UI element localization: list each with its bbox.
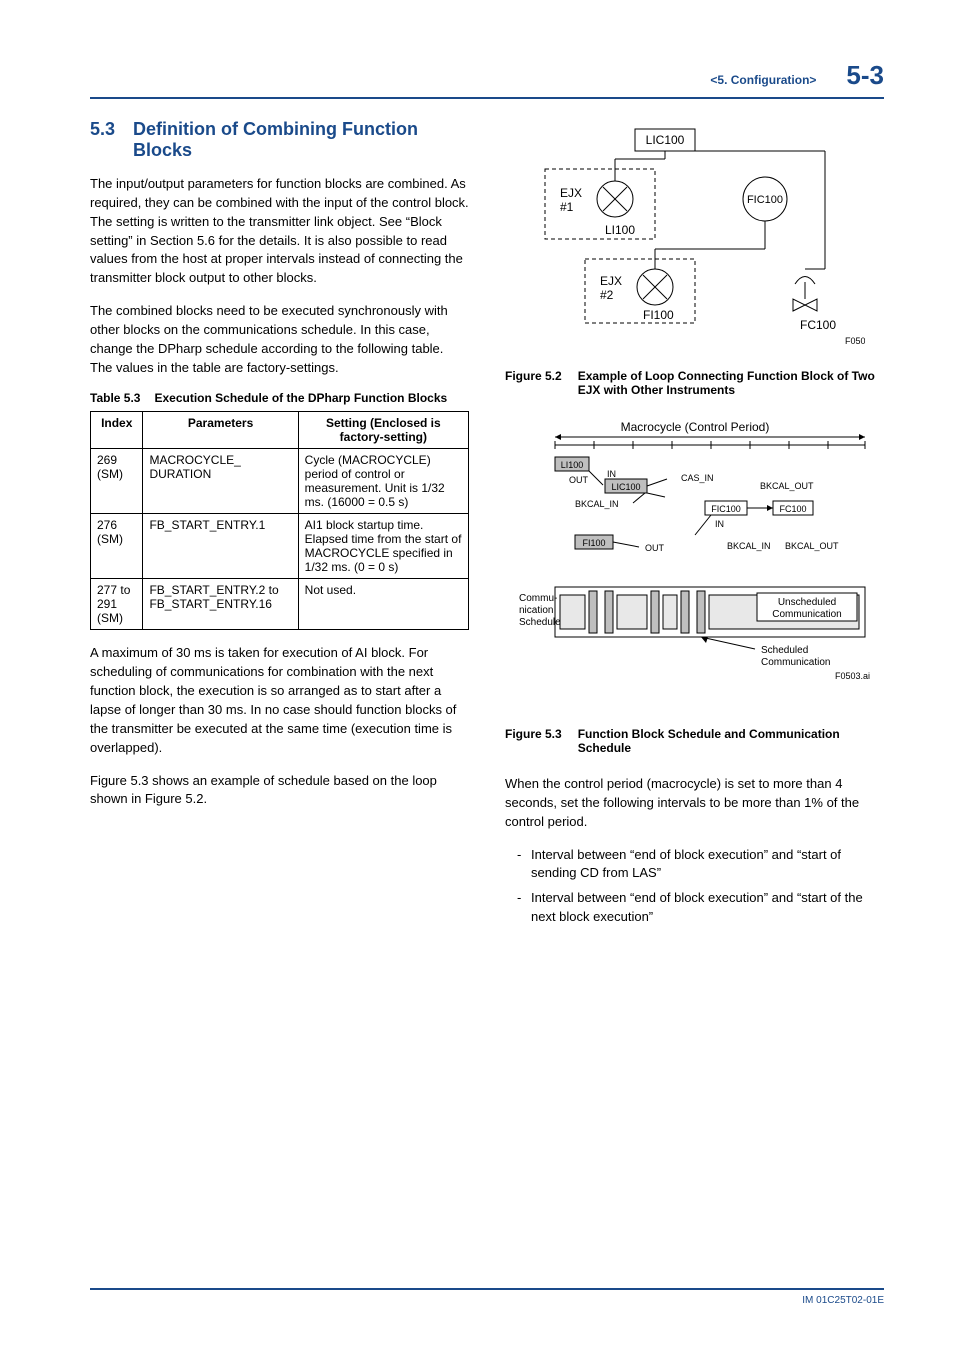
label: CAS_IN [681,473,714,483]
cell: MACROCYCLE_ DURATION [143,449,298,514]
schedule-table: Index Parameters Setting (Enclosed is fa… [90,411,469,630]
svg-text:#1: #1 [560,200,574,214]
paragraph: Figure 5.3 shows an example of schedule … [90,772,469,810]
svg-text:Schedule: Schedule [519,617,561,628]
label: Unscheduled [777,597,835,608]
figure-note: F0503.ai [835,671,870,681]
label-macrocycle: Macrocycle (Control Period) [620,420,769,434]
label: LI100 [560,460,583,470]
cell: FB_START_ENTRY.1 [143,514,298,579]
label: BKCAL_IN [575,499,619,509]
paragraph: When the control period (macrocycle) is … [505,775,884,832]
label: Commu- [519,593,557,604]
svg-text:Communication: Communication [772,609,841,620]
label-ejx2: EJX [600,274,622,288]
cell: 269 (SM) [91,449,143,514]
section-heading: Definition of Combining Function Blocks [133,119,469,161]
col-header: Setting (Enclosed is factory-setting) [298,412,468,449]
left-column: 5.3 Definition of Combining Function Blo… [90,119,469,937]
cell: 277 to 291 (SM) [91,579,143,630]
cell: AI1 block startup time. Elapsed time fro… [298,514,468,579]
label: FC100 [779,504,806,514]
figure-title: Function Block Schedule and Communicatio… [578,727,884,755]
section-number: 5.3 [90,119,115,161]
figure-caption: Figure 5.2 Example of Loop Connecting Fu… [505,369,884,397]
table-row: 276 (SM) FB_START_ENTRY.1 AI1 block star… [91,514,469,579]
cell: 276 (SM) [91,514,143,579]
page-header: <5. Configuration> 5-3 [90,60,884,99]
label: BKCAL_OUT [785,541,839,551]
right-column: LIC100 EJX #1 LI100 FIC100 EJX #2 FI100 [505,119,884,937]
label: FI100 [582,538,605,548]
figure-note: F0502.ai [845,336,865,346]
label: OUT [569,475,589,485]
table-caption-number: Table 5.3 [90,391,140,405]
bullet-list: Interval between “end of block execution… [517,846,884,927]
paragraph: The input/output parameters for function… [90,175,469,288]
figure-number: Figure 5.3 [505,727,562,755]
cell: Not used. [298,579,468,630]
footer-rule [90,1288,884,1290]
label-fic100: FIC100 [746,194,782,206]
label-li100: LI100 [605,223,635,237]
label-fi100: FI100 [643,308,674,322]
table-row: 277 to 291 (SM) FB_START_ENTRY.2 to FB_S… [91,579,469,630]
figure-5-3: Macrocycle (Control Period) LI100 OUT [515,417,875,717]
list-item: Interval between “end of block execution… [517,846,884,884]
table-caption-text: Execution Schedule of the DPharp Functio… [154,391,469,405]
label: IN [607,469,616,479]
figure-number: Figure 5.2 [505,369,562,397]
table-header-row: Index Parameters Setting (Enclosed is fa… [91,412,469,449]
cell: FB_START_ENTRY.2 to FB_START_ENTRY.16 [143,579,298,630]
svg-text:#2: #2 [600,288,614,302]
svg-text:Communication: Communication [761,657,830,668]
label: LIC100 [611,482,640,492]
label-fc100: FC100 [800,318,836,332]
svg-text:nication: nication [519,605,553,616]
paragraph: The combined blocks need to be executed … [90,302,469,377]
label: IN [715,519,724,529]
list-item: Interval between “end of block execution… [517,889,884,927]
label: OUT [645,543,665,553]
col-header: Parameters [143,412,298,449]
figure-caption: Figure 5.3 Function Block Schedule and C… [505,727,884,755]
label: BKCAL_IN [727,541,771,551]
label-lic100: LIC100 [645,133,684,147]
paragraph: A maximum of 30 ms is taken for executio… [90,644,469,757]
cell: Cycle (MACROCYCLE) period of control or … [298,449,468,514]
section-title: 5.3 Definition of Combining Function Blo… [90,119,469,161]
figure-5-2: LIC100 EJX #1 LI100 FIC100 EJX #2 FI100 [525,119,865,359]
table-row: 269 (SM) MACROCYCLE_ DURATION Cycle (MAC… [91,449,469,514]
label: FIC100 [711,504,741,514]
breadcrumb: <5. Configuration> [710,73,816,87]
col-header: Index [91,412,143,449]
table-caption: Table 5.3 Execution Schedule of the DPha… [90,391,469,405]
label-ejx1: EJX [560,186,582,200]
label: Scheduled [761,645,808,656]
figure-title: Example of Loop Connecting Function Bloc… [578,369,884,397]
page-number: 5-3 [846,60,884,91]
label: BKCAL_OUT [760,481,814,491]
footer-docnum: IM 01C25T02-01E [802,1295,884,1306]
